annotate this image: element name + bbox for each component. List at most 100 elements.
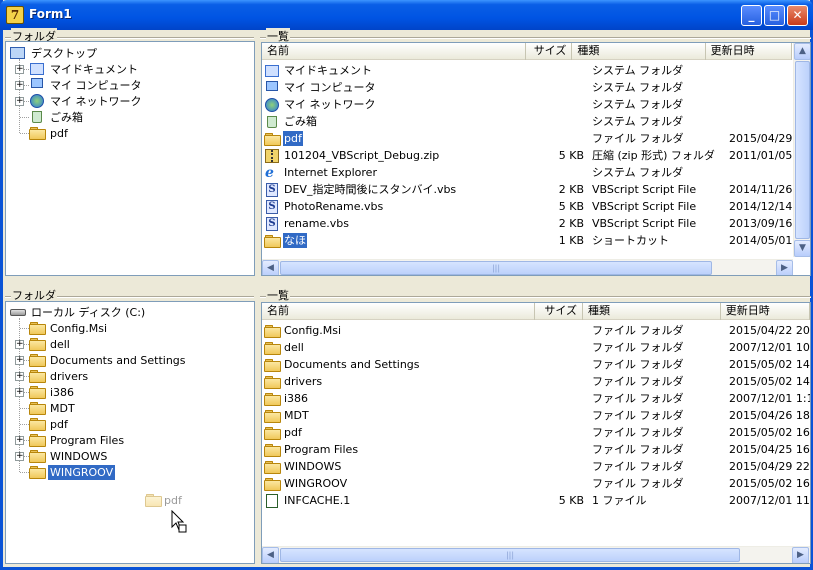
close-button[interactable]: ✕ — [787, 5, 808, 26]
list-row[interactable]: S DEV_指定時間後にスタンバイ.vbs 2 KB VBScript Script … — [262, 181, 810, 198]
scroll-down-button[interactable]: ▼ — [794, 240, 810, 257]
column-header[interactable]: 更新日時 — [721, 303, 810, 320]
vbscript-icon: S — [266, 199, 278, 214]
list-row[interactable]: ごみ箱 システム フォルダ — [262, 113, 810, 130]
expand-toggle[interactable]: + — [15, 97, 24, 106]
desktop-icon — [10, 47, 25, 59]
file-name: DEV_指定時間後にスタンバイ.vbs — [284, 183, 457, 196]
file-modified-date: 2007/12/01 10 — [729, 341, 810, 354]
list-row[interactable]: MDT ファイル フォルダ 2015/04/26 18 — [262, 407, 810, 424]
list-row[interactable]: 101204_VBScript_Debug.zip 5 KB 圧縮 (zip 形式)… — [262, 147, 810, 164]
expand-toggle[interactable]: + — [15, 356, 24, 365]
top-file-list[interactable]: 名前 サイズ 種類 更新日時 マイドキュメント システム フォルダ マイ コンピュータ シス… — [261, 42, 811, 276]
list-row[interactable]: drivers ファイル フォルダ 2015/05/02 14 — [262, 373, 810, 390]
list-row[interactable]: pdf ファイル フォルダ 2015/04/29 — [262, 130, 810, 147]
internet-explorer-icon: e — [265, 165, 274, 180]
list-row[interactable]: WINGROOV ファイル フォルダ 2015/05/02 16 — [262, 475, 810, 492]
tree-item[interactable]: WINDOWS — [29, 448, 109, 464]
top-horizontal-scrollbar[interactable]: ◀ ||| ▶ — [262, 259, 793, 275]
tree-item[interactable]: Config.Msi — [29, 320, 109, 336]
list-row[interactable]: i386 ファイル フォルダ 2007/12/01 1:1 — [262, 390, 810, 407]
list-row[interactable]: マイ ネットワーク システム フォルダ — [262, 96, 810, 113]
tree-item[interactable]: MDT — [29, 400, 77, 416]
list-row[interactable]: dell ファイル フォルダ 2007/12/01 10 — [262, 339, 810, 356]
list-row[interactable]: pdf ファイル フォルダ 2015/05/02 16 — [262, 424, 810, 441]
tree-item[interactable]: ごみ箱 — [29, 109, 85, 125]
expand-toggle[interactable]: + — [15, 340, 24, 349]
tree-item[interactable]: デスクトップ — [10, 45, 99, 61]
scroll-right-button[interactable]: ▶ — [792, 547, 809, 563]
folder-icon — [29, 369, 46, 383]
tree-item[interactable]: drivers — [29, 368, 90, 384]
column-header[interactable]: 種類 — [572, 43, 706, 60]
top-list-header: 名前 サイズ 種類 更新日時 — [262, 43, 793, 60]
bottom-horizontal-scrollbar[interactable]: ◀ ||| ▶ — [262, 546, 810, 563]
expand-toggle[interactable]: + — [15, 81, 24, 90]
list-row[interactable]: マイドキュメント システム フォルダ — [262, 62, 810, 79]
tree-item[interactable]: i386 — [29, 384, 76, 400]
file-modified-date: 2015/04/22 20 — [729, 324, 810, 337]
column-header[interactable]: 更新日時 — [706, 43, 793, 60]
column-header[interactable]: 名前 — [262, 303, 536, 320]
list-row[interactable]: マイ コンピュータ システム フォルダ — [262, 79, 810, 96]
my-network-icon — [265, 97, 279, 112]
folder-icon — [264, 392, 281, 406]
list-row[interactable]: e Internet Explorer システム フォルダ — [262, 164, 810, 181]
list-row[interactable]: なほ 1 KB ショートカット 2014/05/01 — [262, 232, 810, 249]
folder-icon — [29, 321, 46, 335]
tree-item[interactable]: dell — [29, 336, 72, 352]
top-folder-tree[interactable]: デスクトップ + マイドキュメント + マイ コンピュータ + マイ ネットワーク ごみ箱 pd… — [5, 41, 255, 276]
scroll-left-button[interactable]: ◀ — [262, 260, 279, 275]
tree-item[interactable]: pdf — [29, 416, 70, 432]
shortcut-folder-icon — [264, 234, 281, 248]
bottom-folder-tree[interactable]: pdf ローカル ディスク (C:) Config.Msi + dell + Docume… — [5, 301, 255, 564]
title-bar[interactable]: 7 Form1 _ □ ✕ — [0, 0, 813, 30]
list-row[interactable]: INFCACHE.1 5 KB 1 ファイル 2007/12/01 11 — [262, 492, 810, 509]
vertical-scroll-thumb[interactable] — [795, 61, 810, 239]
tree-item[interactable]: Documents and Settings — [29, 352, 188, 368]
list-row[interactable]: Program Files ファイル フォルダ 2015/04/25 16 — [262, 441, 810, 458]
file-name: 101204_VBScript_Debug.zip — [284, 149, 440, 162]
tree-item[interactable]: WINGROOV — [29, 464, 116, 480]
app-icon[interactable]: 7 — [6, 6, 24, 24]
tree-item[interactable]: マイ コンピュータ — [29, 77, 144, 93]
column-header[interactable]: サイズ — [535, 303, 584, 320]
list-row[interactable]: Srename.vbs 2 KB VBScript Script File 2013/… — [262, 215, 810, 232]
expand-toggle[interactable]: + — [15, 388, 24, 397]
maximize-button[interactable]: □ — [764, 5, 785, 26]
scroll-up-button[interactable]: ▲ — [794, 43, 810, 60]
column-header[interactable]: サイズ — [526, 43, 573, 60]
tree-item[interactable]: マイドキュメント — [29, 61, 140, 77]
tree-item[interactable]: ローカル ディスク (C:) — [10, 304, 147, 320]
folder-icon — [264, 375, 281, 389]
form-window: 7 Form1 _ □ ✕ フォルダ デスクトップ + マイドキュメント + マイ コン… — [0, 0, 813, 570]
scroll-left-button[interactable]: ◀ — [262, 547, 279, 563]
expand-toggle[interactable]: + — [15, 436, 24, 445]
list-row[interactable]: S PhotoRename.vbs 5 KB VBScript Script File… — [262, 198, 810, 215]
horizontal-scroll-thumb[interactable]: ||| — [280, 548, 740, 562]
tree-item[interactable]: Program Files — [29, 432, 126, 448]
my-documents-icon — [30, 63, 44, 75]
tree-item[interactable]: マイ ネットワーク — [29, 93, 144, 109]
scroll-right-button[interactable]: ▶ — [776, 260, 793, 275]
column-header[interactable]: 名前 — [262, 43, 527, 60]
expand-toggle[interactable]: + — [15, 452, 24, 461]
expand-toggle[interactable]: + — [15, 65, 24, 74]
zip-icon — [265, 148, 279, 163]
column-header[interactable]: 種類 — [583, 303, 721, 320]
file-type: ファイル フォルダ — [592, 392, 684, 405]
list-row[interactable]: Config.Msi ファイル フォルダ 2015/04/22 20 — [262, 322, 810, 339]
minimize-button[interactable]: _ — [741, 5, 762, 26]
tree-item-label: drivers — [50, 369, 89, 383]
tree-item-label: マイドキュメント — [50, 62, 138, 76]
expand-toggle[interactable]: + — [15, 372, 24, 381]
list-row[interactable]: WINDOWS ファイル フォルダ 2015/04/29 22 — [262, 458, 810, 475]
file-icon — [266, 493, 278, 508]
list-row[interactable]: Documents and Settings ファイル フォルダ 2015/05/0… — [262, 356, 810, 373]
mouse-cursor-icon — [171, 510, 187, 533]
tree-item[interactable]: pdf — [29, 125, 70, 141]
horizontal-scroll-thumb[interactable]: ||| — [280, 261, 712, 275]
file-type: 1 ファイル — [592, 494, 647, 507]
top-vertical-scrollbar[interactable]: ▲ ▼ — [793, 43, 810, 257]
bottom-file-list[interactable]: 名前 サイズ 種類 更新日時 Config.Msi ファイル フォルダ 2015/04/2… — [261, 302, 811, 564]
